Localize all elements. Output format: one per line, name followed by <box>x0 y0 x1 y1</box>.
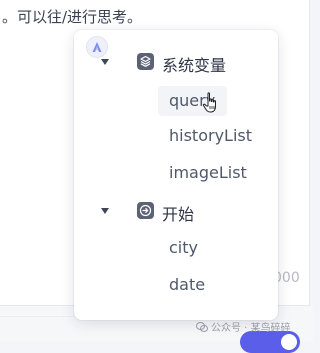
variable-item-imageList[interactable]: imageList <box>158 158 259 188</box>
group-start[interactable]: 开始 <box>74 197 278 225</box>
caret-down-icon[interactable] <box>101 59 109 65</box>
variable-item-date[interactable]: date <box>158 270 217 300</box>
wechat-icon <box>196 322 208 332</box>
group-label: 系统变量 <box>162 56 227 75</box>
toggle-switch[interactable] <box>240 331 300 353</box>
caret-down-icon[interactable] <box>101 208 109 214</box>
hand-pointer-icon <box>202 92 216 113</box>
watermark: 公众号 · 某鸟碎碎 <box>196 319 291 334</box>
variable-picker-popup: 系统变量 query historyList imageList 开始 city… <box>74 30 278 320</box>
start-arrow-icon <box>137 202 154 219</box>
group-system-variables[interactable]: 系统变量 <box>74 48 278 76</box>
cube-icon <box>137 53 154 70</box>
variable-item-historyList[interactable]: historyList <box>158 121 264 151</box>
toggle-knob <box>281 334 297 350</box>
variable-item-city[interactable]: city <box>158 233 210 263</box>
watermark-text: 公众号 · 某鸟碎碎 <box>211 323 291 334</box>
group-label: 开始 <box>162 205 195 224</box>
editor-text: 。可以往/进行思考。 <box>2 8 143 26</box>
